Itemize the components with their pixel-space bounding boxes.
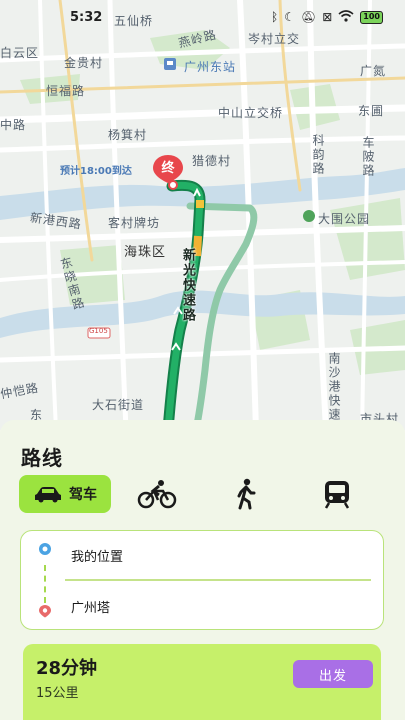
map-label: 广州东站: [184, 60, 237, 74]
map-label: 南沙港快速: [327, 352, 341, 422]
map-label: 大围公园: [318, 212, 371, 226]
origin-field[interactable]: 我的位置: [71, 546, 123, 565]
map-label: 猎德村: [192, 154, 232, 168]
map-label: 广氮: [360, 64, 387, 78]
walking-icon: [237, 478, 256, 510]
map-label: 金贵村: [64, 56, 104, 70]
map-label: 科韵路: [311, 134, 325, 176]
car-icon: [35, 487, 61, 503]
route-divider: [65, 579, 371, 581]
travel-mode-tabs: 驾车: [19, 475, 385, 515]
map-label: 杨箕村: [108, 128, 148, 142]
start-navigation-button[interactable]: 出发: [293, 660, 373, 688]
train-icon: [324, 481, 350, 509]
panel-title: 路线: [21, 446, 63, 470]
route-dash-connector: [44, 565, 46, 603]
river-south-branch: [0, 290, 405, 338]
route-summary-card[interactable]: 28分钟 15公里 出发: [23, 644, 381, 720]
map-label: 中路: [0, 118, 27, 132]
map-label: 客村牌坊: [108, 216, 161, 230]
destination-field[interactable]: 广州塔: [71, 597, 110, 616]
eta-label: 预计18:00到达: [60, 166, 132, 177]
status-icons: ᛒ ☾ 🔕︎ ⊠ 100: [271, 10, 383, 24]
station-icon: [164, 58, 176, 70]
tab-drive-label: 驾车: [69, 487, 97, 503]
route-panel: 路线 驾车 我的位置 广州塔 28分钟 15公里 出发: [0, 420, 405, 720]
tab-transit[interactable]: [319, 475, 355, 513]
tab-bike[interactable]: [133, 475, 181, 513]
bluetooth-icon: ᛒ: [271, 10, 279, 24]
mute-icon: 🔕︎: [301, 10, 317, 24]
route-jam-segment: [193, 235, 202, 257]
map-label: 海珠区: [124, 245, 167, 260]
wifi-icon: [338, 10, 354, 24]
origin-dot-icon: [39, 543, 51, 555]
status-bar: 5:32 ᛒ ☾ 🔕︎ ⊠ 100: [0, 0, 405, 34]
map-label: 大石街道: [92, 398, 145, 412]
tab-drive[interactable]: 驾车: [19, 475, 111, 513]
map-label: 车陂路: [361, 136, 375, 178]
map-label: 白云区: [0, 46, 40, 60]
road-badge-g105: G105: [89, 327, 108, 335]
battery-indicator: 100: [360, 10, 383, 24]
destination-pin-icon: [39, 605, 51, 618]
bicycle-icon: [137, 480, 177, 509]
end-marker-label: 终: [161, 161, 175, 176]
sim-icon: ⊠: [322, 10, 333, 24]
route-distance: 15公里: [36, 686, 79, 701]
tab-walk[interactable]: [231, 475, 261, 513]
moon-icon: ☾: [284, 10, 295, 24]
road-name-label: 新光快速路: [180, 248, 195, 323]
route-endpoints-card: 我的位置 广州塔: [20, 530, 384, 630]
status-time: 5:32: [70, 9, 103, 25]
map-view[interactable]: 五仙桥 燕岭路 岑村立交 白云区 金贵村 广州东站 广氮 恒福路 中山立交桥 东…: [0, 0, 405, 430]
end-marker[interactable]: 终: [151, 153, 185, 190]
map-label: 东圃: [358, 104, 385, 118]
park-icon: [303, 210, 315, 222]
route-duration: 28分钟: [36, 658, 98, 679]
map-label: 恒福路: [46, 84, 86, 98]
map-label: 中山立交桥: [218, 106, 284, 120]
